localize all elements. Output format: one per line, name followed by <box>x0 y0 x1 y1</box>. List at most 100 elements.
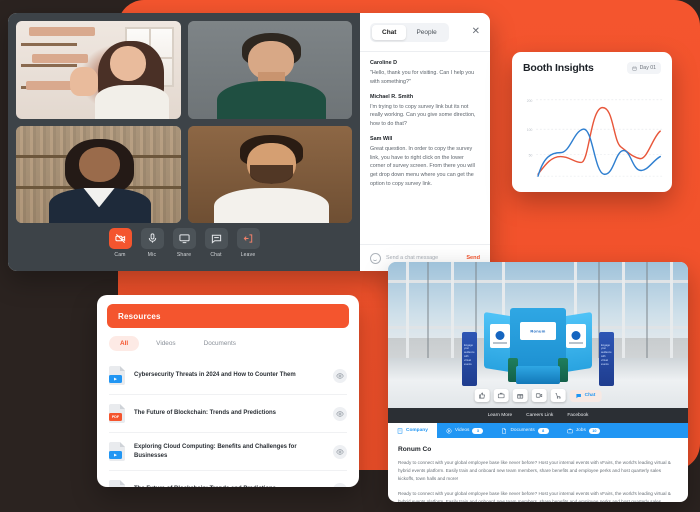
tab-company-label: Company <box>406 428 428 433</box>
booth-chat-button[interactable]: Chat <box>569 389 602 402</box>
tab-jobs[interactable]: Jobs 10 <box>558 423 609 438</box>
participant-waving-woman <box>16 21 181 119</box>
collage-stage: Cam Mic Share Chat Leave Chat People ✕ C… <box>0 0 700 512</box>
tab-chat[interactable]: Chat <box>372 24 407 40</box>
virtual-booth-card: Engage your audience with virtual events… <box>388 262 688 502</box>
resource-title: Exploring Cloud Computing: Benefits and … <box>134 444 297 459</box>
participant-tile-1[interactable] <box>16 21 181 119</box>
tab-videos[interactable]: Videos 3 <box>437 423 493 438</box>
pdf-file-icon: PDF <box>109 404 125 423</box>
tab-company[interactable]: Company <box>388 423 437 438</box>
emoji-icon[interactable] <box>370 252 381 264</box>
document-icon <box>502 427 507 434</box>
close-icon[interactable]: ✕ <box>472 27 480 37</box>
chat-message: Sam Will Great question. In order to cop… <box>370 136 480 189</box>
resource-title: The Future of Blockchain: Trends and Pre… <box>134 410 277 417</box>
tab-documents[interactable]: Documents 8 <box>492 423 557 438</box>
video-icon[interactable] <box>531 389 547 402</box>
resources-header: Resources <box>107 304 349 328</box>
camera-off-icon <box>108 228 132 249</box>
pdf-tag-label: PDF <box>109 413 122 421</box>
link-learn-more[interactable]: Learn More <box>488 413 513 418</box>
gift-icon[interactable] <box>512 389 528 402</box>
participant-tile-4[interactable] <box>187 125 352 223</box>
tab-people[interactable]: People <box>406 25 446 40</box>
chat-bubble-icon <box>204 228 228 249</box>
chat-text: "Hello, thank you for visiting. Can I he… <box>370 70 475 85</box>
y-tick-50: 50 <box>529 154 533 158</box>
list-item[interactable]: PDF The Future of Blockchain: Trends and… <box>109 471 347 487</box>
leave-call-label: Leave <box>240 252 256 258</box>
booth-banner-left: Engage your audience with virtual events <box>462 331 477 386</box>
eye-icon[interactable] <box>333 444 347 459</box>
participant-man-white-shirt <box>187 125 352 223</box>
link-facebook[interactable]: Facebook <box>567 413 588 418</box>
list-item[interactable]: ▶ Cybersecurity Threats in 2024 and How … <box>109 357 347 395</box>
insights-chart: 200 100 50 <box>523 92 664 182</box>
chat-author: Michael R. Smith <box>370 93 414 100</box>
booth-tab-bar: Company Videos 3 Documents 8 Jobs 10 <box>388 423 688 438</box>
leave-call-button[interactable]: Leave <box>236 228 260 258</box>
thumbs-up-icon[interactable] <box>474 389 490 402</box>
y-tick-200: 200 <box>527 99 533 103</box>
booth-poster-right <box>566 323 586 348</box>
tab-documents[interactable]: Documents <box>193 336 247 351</box>
briefcase-icon[interactable] <box>493 389 509 402</box>
booth-poster-left <box>490 323 510 348</box>
participant-tile-2[interactable] <box>187 21 352 119</box>
eye-icon[interactable] <box>333 368 347 383</box>
series-visitors-line <box>537 106 661 175</box>
tab-documents-label: Documents <box>510 428 535 433</box>
screen-share-icon <box>172 228 196 249</box>
booth-insights-card: Booth Insights Day 01 200 100 50 <box>512 52 672 192</box>
meeting-toolbar: Cam Mic Share Chat Leave <box>16 223 352 263</box>
eye-icon[interactable] <box>333 482 347 487</box>
booth-banner-right: Engage your audience with virtual events <box>599 331 614 386</box>
video-file-icon: ▶ <box>109 366 125 385</box>
list-item[interactable]: ▶ Exploring Cloud Computing: Benefits an… <box>109 433 347 471</box>
day-badge[interactable]: Day 01 <box>626 62 661 74</box>
insights-header: Booth Insights Day 01 <box>512 52 672 78</box>
booth-paragraph: Ready to connect with your global employ… <box>398 490 671 502</box>
list-item[interactable]: PDF The Future of Blockchain: Trends and… <box>109 395 347 433</box>
mic-toggle-button[interactable]: Mic <box>140 228 164 258</box>
link-careers[interactable]: Careers Link <box>526 413 553 418</box>
eye-icon[interactable] <box>333 406 347 421</box>
participant-smiling-woman <box>16 125 181 223</box>
resources-tabs: All Videos Documents <box>97 328 359 357</box>
video-grid-area: Cam Mic Share Chat Leave <box>8 13 360 271</box>
play-circle-icon <box>446 427 452 434</box>
camera-toggle-button[interactable]: Cam <box>108 228 132 258</box>
resource-title: Cybersecurity Threats in 2024 and How to… <box>134 372 296 379</box>
chat-text: I'm trying to to copy survey link but it… <box>370 103 476 128</box>
participant-man-hoodie <box>187 21 352 119</box>
booth-description: Ronum Co Ready to connect with your glob… <box>388 438 688 502</box>
page-title: Booth Insights <box>523 62 594 74</box>
share-screen-button[interactable]: Share <box>172 228 196 258</box>
briefcase-icon <box>566 428 573 433</box>
participant-tile-3[interactable] <box>16 125 181 223</box>
tab-all[interactable]: All <box>109 336 140 351</box>
tab-jobs-badge: 10 <box>588 427 600 434</box>
banner-text-left: Engage your audience with virtual events <box>464 343 475 367</box>
y-tick-100: 100 <box>527 128 533 132</box>
video-file-icon: ▶ <box>109 442 125 461</box>
booth-poster-label: Ronum <box>530 328 546 334</box>
chat-people-tabs: Chat People <box>370 22 449 42</box>
cart-icon[interactable] <box>550 389 566 402</box>
chat-toggle-button[interactable]: Chat <box>204 228 228 258</box>
chat-input[interactable]: Send a chat message <box>386 255 461 261</box>
send-button[interactable]: Send <box>466 255 480 261</box>
chat-author: Caroline D <box>370 60 397 66</box>
participant-tiles <box>16 21 352 223</box>
chat-message-list: Caroline D "Hello, thank you for visitin… <box>360 52 490 244</box>
tab-documents-badge: 8 <box>537 427 549 434</box>
booth-paragraph: Ready to connect with your global employ… <box>398 460 671 481</box>
line-chart-svg: 200 100 50 <box>527 99 663 177</box>
tab-videos[interactable]: Videos <box>145 336 186 351</box>
building-icon <box>397 427 403 434</box>
resources-list: ▶ Cybersecurity Threats in 2024 and How … <box>97 357 359 487</box>
pdf-file-icon: PDF <box>109 480 125 487</box>
booth-links-bar: Learn More Careers Link Facebook <box>388 408 688 423</box>
booth-poster-center: Ronum <box>520 321 556 340</box>
